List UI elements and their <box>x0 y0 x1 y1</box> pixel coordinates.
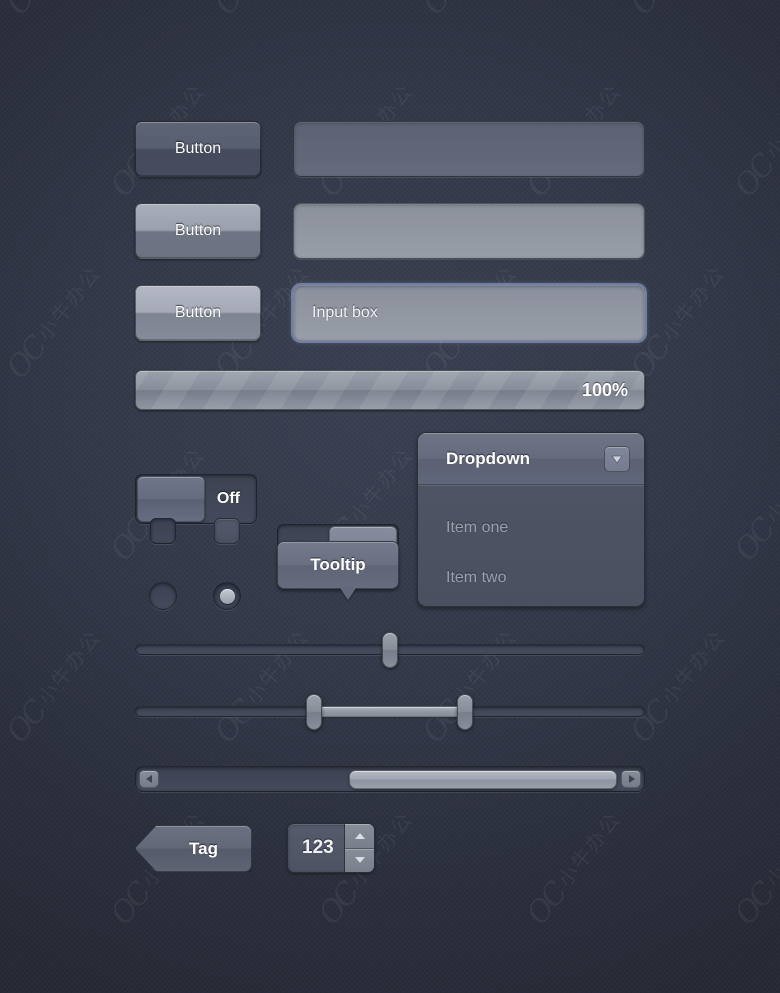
dropdown-item-two[interactable]: Item two <box>418 553 644 603</box>
radio-checked-dot <box>219 588 235 604</box>
scrollbar-thumb[interactable] <box>349 769 617 789</box>
horizontal-scrollbar[interactable] <box>135 766 645 792</box>
arrow-left-icon[interactable] <box>139 770 159 788</box>
dropdown-item-one-label: Item one <box>446 519 509 536</box>
arrow-right-glyph <box>628 775 635 783</box>
arrow-right-icon[interactable] <box>621 770 641 788</box>
button-active-label: Button <box>174 304 222 321</box>
button-hover[interactable]: Button <box>135 203 261 259</box>
tooltip: Tooltip <box>277 541 399 600</box>
button-normal[interactable]: Button <box>135 121 261 177</box>
tooltip-pointer-icon <box>339 588 356 600</box>
tag-chip[interactable]: Tag <box>135 825 252 872</box>
input-field-focused[interactable]: Input box <box>293 285 645 341</box>
ui-kit-canvas: Button Button Button Input box 100% Off … <box>0 0 780 993</box>
dropdown-header[interactable]: Dropdown <box>418 433 644 485</box>
number-stepper[interactable]: 123 <box>287 823 375 873</box>
progress-bar: 100% <box>135 370 645 410</box>
arrow-left-glyph <box>145 775 152 783</box>
button-hover-label: Button <box>174 222 222 239</box>
triangle-down-icon[interactable] <box>345 848 374 872</box>
chevron-down-icon[interactable] <box>604 445 630 472</box>
tag-label: Tag <box>189 838 218 858</box>
tooltip-label: Tooltip <box>310 555 366 574</box>
dropdown-item-two-label: Item two <box>446 569 507 586</box>
input-field-focused-value: Input box <box>312 304 378 321</box>
button-normal-label: Button <box>174 140 222 157</box>
input-field-normal[interactable] <box>293 121 645 177</box>
checkbox-unchecked-hover[interactable] <box>214 518 240 544</box>
dropdown-item-one[interactable]: Item one <box>418 503 644 553</box>
checkbox-unchecked[interactable] <box>150 518 176 544</box>
slider-single-handle[interactable] <box>382 632 398 668</box>
chevron-down-glyph <box>611 455 623 464</box>
slider-range-handle-to[interactable] <box>457 694 473 730</box>
slider-range-handle-from[interactable] <box>306 694 322 730</box>
radio-unchecked[interactable] <box>149 582 177 610</box>
triangle-up-glyph <box>354 832 365 839</box>
triangle-up-icon[interactable] <box>345 824 374 849</box>
progress-bar-label: 100% <box>581 379 628 400</box>
radio-checked[interactable] <box>213 582 241 610</box>
button-active[interactable]: Button <box>135 285 261 341</box>
input-field-hover[interactable] <box>293 203 645 259</box>
stepper-buttons <box>344 824 374 872</box>
toggle-switch-off[interactable]: Off <box>135 474 257 524</box>
dropdown-selected-label: Dropdown <box>446 448 531 468</box>
stepper-value[interactable]: 123 <box>288 824 344 872</box>
toggle-off-knob[interactable] <box>137 476 205 522</box>
dropdown[interactable]: Dropdown Item one Item two <box>417 432 645 607</box>
toggle-off-label: Off <box>216 490 240 507</box>
triangle-down-glyph <box>354 857 365 864</box>
slider-range-fill <box>313 706 471 717</box>
